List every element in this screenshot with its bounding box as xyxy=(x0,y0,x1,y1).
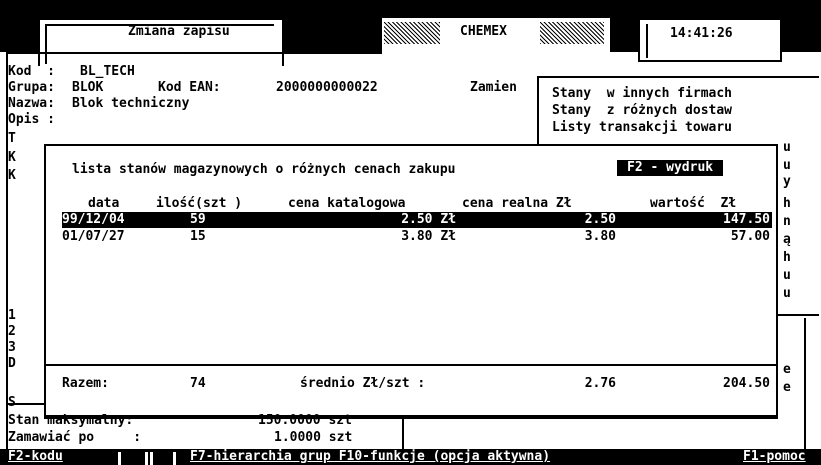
cell-wartosc: 57.00 xyxy=(730,229,770,244)
f2-key[interactable]: F2-kodu xyxy=(8,449,63,465)
cell-data: 01/07/27 xyxy=(62,229,125,244)
grupa-value[interactable]: BLOK xyxy=(72,80,103,96)
help-key[interactable]: F1-pomoc xyxy=(743,449,806,465)
stan-max-label: Stan maksymalny: xyxy=(8,413,134,428)
stub-letter: 2 xyxy=(8,324,16,339)
col-header-cena-kat[interactable]: cena katalogowa xyxy=(288,196,405,212)
status-functions[interactable]: F7-hierarchia grup F10-funkcje (opcja ak… xyxy=(190,449,550,465)
ean-value[interactable]: 2000000000022 xyxy=(276,80,378,96)
company-name: CHEMEX xyxy=(460,24,507,39)
status-separator xyxy=(118,452,148,465)
print-button[interactable]: F2 - wydruk xyxy=(617,160,724,176)
stub-letter: u xyxy=(783,140,791,155)
stub-letter: 1 xyxy=(8,308,16,323)
stub-letter: u xyxy=(783,158,791,173)
avg-value: 2.76 xyxy=(584,376,616,391)
cell-cena-real: 3.80 xyxy=(584,229,616,244)
stub-letter: u xyxy=(783,286,791,301)
cell-cena-real: 2.50 xyxy=(584,212,616,227)
cell-cena-kat: 3.80 Zł xyxy=(401,229,456,244)
col-header-cena-real[interactable]: cena realna Zł xyxy=(462,196,572,212)
stub-letter: D xyxy=(8,356,16,371)
stub-letter: e xyxy=(783,362,791,377)
grupa-label: Grupa: xyxy=(8,80,55,95)
menu-item-listy-transakcji[interactable]: Listy transakcji towaru xyxy=(552,120,732,136)
zamien-button[interactable]: Zamien xyxy=(470,80,517,96)
stub-letter: u xyxy=(783,268,791,283)
stub-letter: y xyxy=(783,174,791,189)
dialog-title: lista stanów magazynowych o różnych cena… xyxy=(72,162,456,177)
stub-letter: ą xyxy=(783,232,791,247)
opis-label: Opis : xyxy=(8,112,55,127)
stub-letter: n xyxy=(783,214,791,229)
total-qty: 74 xyxy=(190,376,206,391)
status-separator xyxy=(150,452,176,465)
kod-value[interactable]: BL_TECH xyxy=(80,64,135,80)
stub-letter: 3 xyxy=(8,340,16,355)
stub-letter: T xyxy=(8,131,16,146)
window-title: Zmiana zapisu xyxy=(128,24,230,39)
kod-label: Kod : xyxy=(8,64,55,79)
ean-label: Kod EAN: xyxy=(158,80,221,95)
stub-letter: e xyxy=(783,380,791,395)
cell-ilosc: 59 xyxy=(190,212,206,227)
clock: 14:41:26 xyxy=(670,26,733,41)
avg-label: średnio Zł/szt : xyxy=(300,376,426,391)
menu-item-stany-dostawy[interactable]: Stany z różnych dostaw xyxy=(552,103,732,119)
stub-letter: K xyxy=(8,168,16,183)
total-label: Razem: xyxy=(62,376,109,391)
cell-cena-kat: 2.50 Zł xyxy=(401,212,456,227)
stub-letter: h xyxy=(783,196,791,211)
nazwa-value[interactable]: Blok techniczny xyxy=(72,96,189,112)
menu-item-stany-firmy[interactable]: Stany w innych firmach xyxy=(552,86,732,102)
col-header-wartosc[interactable]: wartość Zł xyxy=(650,196,736,212)
nazwa-label: Nazwa: xyxy=(8,96,55,111)
cell-data: 99/12/04 xyxy=(62,212,125,227)
zamawiac-value[interactable]: 1.0000 szt xyxy=(274,430,352,446)
col-header-data[interactable]: data xyxy=(88,196,119,212)
total-value: 204.50 xyxy=(723,376,770,391)
zamawiac-label: Zamawiać po : xyxy=(8,430,142,445)
col-header-ilosc[interactable]: ilość(szt ) xyxy=(156,196,242,212)
stan-max-value[interactable]: 150.0000 szt xyxy=(258,413,352,429)
stub-letter: K xyxy=(8,150,16,165)
cell-ilosc: 15 xyxy=(190,229,206,244)
cell-wartosc: 147.50 xyxy=(723,212,770,227)
stub-letter: h xyxy=(783,250,791,265)
